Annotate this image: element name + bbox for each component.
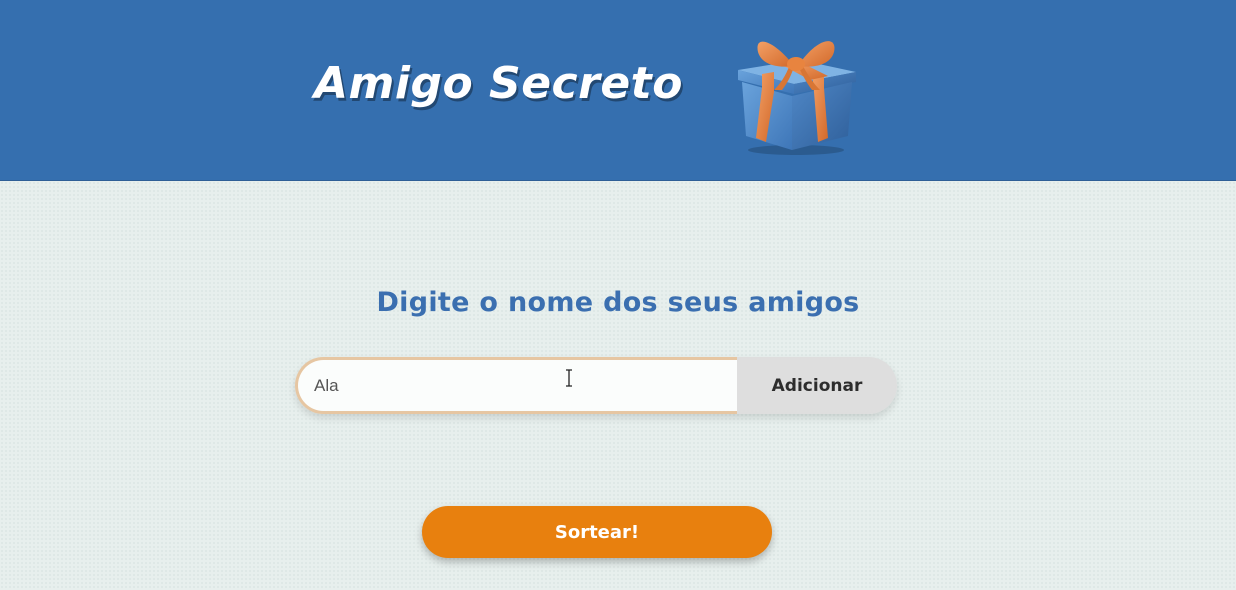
- app-header: Amigo Secreto: [0, 0, 1236, 181]
- gift-box-icon: [738, 41, 856, 155]
- friend-name-input[interactable]: [295, 357, 739, 414]
- section-heading: Digite o nome dos seus amigos: [376, 287, 860, 318]
- add-friend-form: Adicionar: [295, 357, 897, 414]
- text-cursor-icon: [566, 369, 572, 387]
- add-button[interactable]: Adicionar: [737, 357, 897, 414]
- app-title: Amigo Secreto: [314, 58, 683, 109]
- draw-button[interactable]: Sortear!: [422, 506, 772, 558]
